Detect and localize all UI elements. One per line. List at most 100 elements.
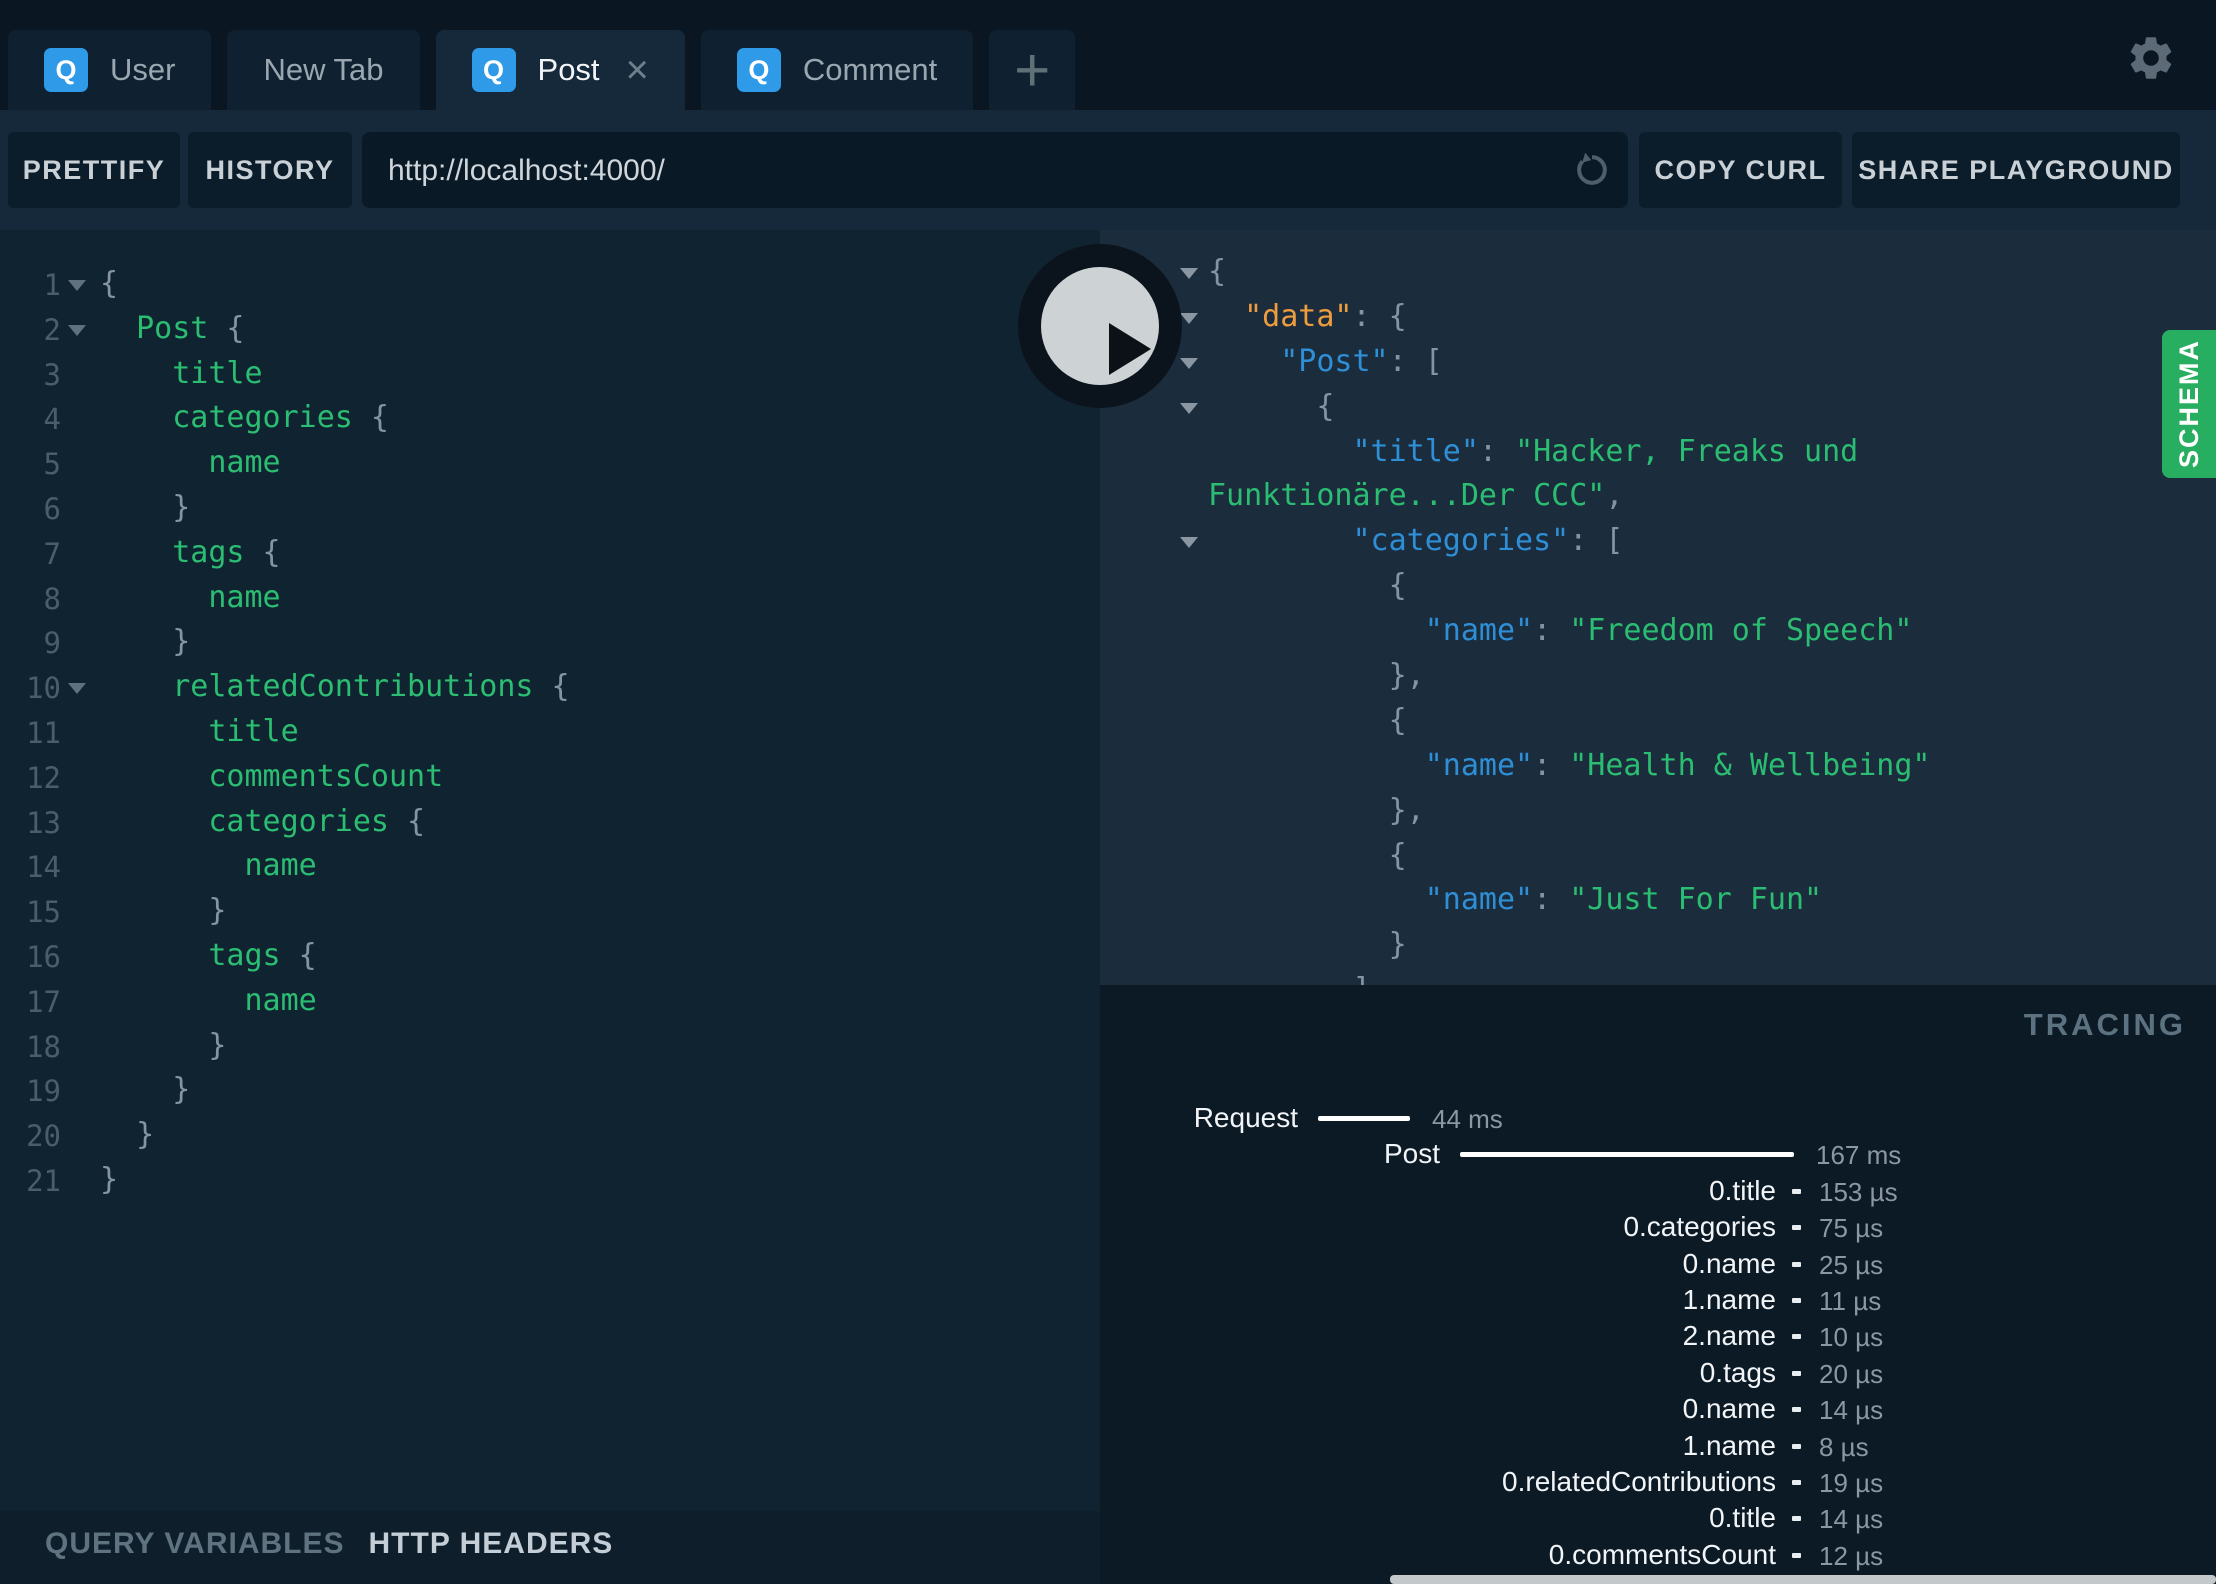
query-badge-icon: Q [44,48,88,92]
line-number: 10 [26,671,61,706]
tracing-row: 0.categories 75 µs [1100,1209,2216,1245]
tracing-panel: TRACING Request 44 ms Post 167 ms 0.title 153… [1100,985,2216,1584]
gear-icon [2130,37,2172,79]
tracing-row: 0.name 14 µs [1100,1391,2216,1427]
query-code: title [172,355,263,391]
reload-schema-button[interactable] [1570,148,1614,192]
tracing-row-label: 0.name [1682,1393,1776,1425]
execute-button-circle [1041,267,1159,385]
tracing-row: 0.relatedContributions 19 µs [1100,1464,2216,1500]
fold-arrow-icon[interactable] [68,280,86,291]
tracing-row-duration: 20 µs [1819,1358,1884,1389]
tracing-duration-bar [1318,1116,1410,1121]
close-tab-icon[interactable]: × [626,50,649,90]
tracing-row-label: 0.tags [1699,1356,1776,1388]
response-line: { [1100,699,2216,744]
tracing-row: Post 167 ms [1100,1136,2216,1172]
tracing-row-label: 1.name [1682,1284,1776,1315]
tab-label: Comment [802,52,938,87]
response-code: { [1208,388,1335,424]
query-code: tags { [208,937,317,973]
tracing-row-label: 0.title [1709,1174,1776,1206]
tab-user[interactable]: Q User [8,30,212,110]
query-line: 12 commentsCount [0,755,1100,800]
line-number: 6 [43,491,61,526]
fold-arrow-icon[interactable] [1180,268,1198,279]
query-code: name [244,982,317,1018]
query-line: 14 name [0,844,1100,889]
fold-arrow-icon[interactable] [1180,402,1198,414]
response-code: "categories": [ [1352,523,1624,559]
tracing-row-duration: 12 µs [1819,1540,1884,1571]
response-code: "name": "Freedom of Speech" [1424,613,1913,649]
fold-arrow-icon[interactable] [1180,312,1198,324]
tab-new-tab[interactable]: New Tab [227,30,420,110]
horizontal-scrollbar[interactable] [1390,1575,2216,1584]
query-code: categories { [172,400,389,436]
line-number: 4 [43,402,61,437]
response-code: ] [1208,972,1370,985]
response-line: }, [1100,654,2216,699]
query-variables-tab[interactable]: QUERY VARIABLES [45,1527,345,1561]
tracing-duration-dot [1792,1407,1801,1413]
tracing-row-duration: 8 µs [1819,1431,1869,1462]
response-line: "data": { [1100,295,2216,340]
tracing-row-label: 0.relatedContributions [1502,1466,1776,1497]
history-label: HISTORY [205,154,335,185]
endpoint-bar [362,132,1628,210]
history-button[interactable]: HISTORY [188,132,352,208]
tracing-row-label: 2.name [1682,1320,1776,1352]
fold-arrow-icon[interactable] [1180,537,1198,549]
tab-comment[interactable]: Q Comment [700,30,974,110]
tracing-row-label: Post [1383,1138,1440,1170]
editor-footer: QUERY VARIABLES HTTP HEADERS [0,1511,1100,1584]
endpoint-input[interactable] [386,132,1560,210]
query-editor[interactable]: 1{2 Post {3 title 4 categories {5 name 6 }… [0,230,1100,1511]
toolbar: PRETTIFY HISTORY COPY CURL SHARE PLAYGRO… [0,110,2216,230]
tab-post[interactable]: Q Post × [435,30,685,110]
fold-arrow-icon[interactable] [68,324,86,336]
query-code: tags { [172,534,281,570]
settings-button[interactable] [2125,32,2177,84]
query-code: } [100,1117,155,1153]
share-playground-button[interactable]: SHARE PLAYGROUND [1852,132,2180,208]
query-code: } [100,1072,191,1108]
line-number: 13 [26,805,61,840]
response-code: "data": { [1244,298,1407,334]
line-number: 16 [26,939,61,974]
tracing-row: 0.commentsCount 12 µs [1100,1537,2216,1573]
query-code: } [100,1161,119,1197]
response-line: ] [1100,968,2216,985]
response-code: } [1208,927,1407,963]
http-headers-tab[interactable]: HTTP HEADERS [369,1527,614,1561]
fold-arrow-icon[interactable] [68,683,86,695]
fold-arrow-icon[interactable] [1180,357,1198,369]
query-line: 2 Post { [0,307,1100,352]
tracing-duration-dot [1792,1370,1801,1376]
response-line: "name": "Health & Wellbeing" [1100,744,2216,789]
line-number: 9 [43,626,61,661]
execute-button[interactable] [1018,244,1182,408]
prettify-label: PRETTIFY [22,154,166,185]
response-pane: { "data": { "Post": [ { "title": "Hacker… [1100,230,2216,985]
response-line: "name": "Just For Fun" [1100,878,2216,923]
response-line: }, [1100,789,2216,834]
response-line: "name": "Freedom of Speech" [1100,609,2216,654]
new-tab-button[interactable]: + [989,30,1076,110]
query-line: 21} [0,1158,1100,1203]
query-code: commentsCount [208,758,444,794]
line-number: 1 [43,268,61,302]
query-line: 16 tags { [0,934,1100,979]
tracing-title: TRACING [2023,1007,2186,1042]
response-code: { [1208,702,1407,738]
tracing-duration-dot [1792,1188,1801,1194]
prettify-button[interactable]: PRETTIFY [8,132,180,208]
schema-sidebar-button[interactable]: SCHEMA [2162,330,2216,478]
tracing-duration-dot [1792,1334,1801,1340]
copy-curl-button[interactable]: COPY CURL [1639,132,1842,208]
query-code: } [100,1027,227,1063]
response-line: "Post": [ [1100,340,2216,385]
response-code: }, [1208,792,1425,828]
tracing-row: 2.name 10 µs [1100,1318,2216,1354]
query-code: } [100,893,227,929]
